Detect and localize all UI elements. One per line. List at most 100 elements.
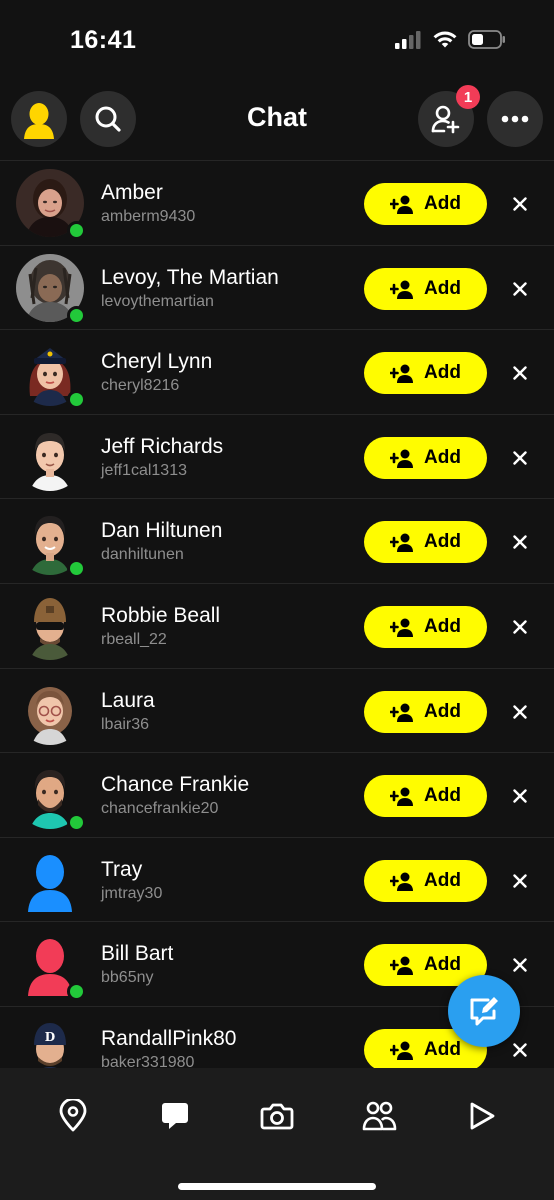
add-friend-button[interactable]: Add: [364, 183, 487, 225]
dismiss-button[interactable]: [507, 191, 533, 217]
nav-camera[interactable]: [257, 1096, 297, 1136]
friend-username: chancefrankie20: [101, 800, 219, 818]
online-indicator: [67, 982, 86, 1002]
add-label: Add: [424, 954, 461, 976]
list-item[interactable]: Tray jmtray30 Add: [0, 836, 554, 922]
add-friend-button[interactable]: Add: [364, 521, 487, 564]
list-item[interactable]: Jeff Richards jeff1cal1313 Add: [0, 413, 554, 499]
map-icon: [59, 1099, 87, 1132]
avatar[interactable]: [16, 846, 84, 914]
close-icon: [513, 366, 527, 380]
new-chat-icon: [470, 997, 498, 1026]
nav-map[interactable]: [53, 1096, 93, 1136]
online-indicator: [67, 221, 86, 240]
friend-name: Levoy, The Martian: [101, 265, 279, 289]
friends-icon: [362, 1101, 397, 1131]
close-icon: [513, 451, 527, 465]
add-person-icon: [390, 703, 414, 722]
add-friend-button[interactable]: Add: [364, 352, 487, 395]
close-icon: [513, 197, 527, 211]
add-person-icon: [390, 195, 414, 214]
friend-username: rbeall_22: [101, 630, 167, 648]
avatar[interactable]: [16, 592, 84, 660]
add-person-icon: [390, 618, 414, 637]
add-label: Add: [424, 700, 461, 722]
close-icon: [513, 1043, 527, 1057]
nav-friends[interactable]: [359, 1096, 399, 1136]
list-item[interactable]: Levoy, The Martian levoythemartian Add: [0, 244, 554, 330]
cellular-signal-icon: [395, 30, 421, 49]
add-person-icon: [390, 1041, 414, 1060]
add-label: Add: [424, 277, 461, 299]
close-icon: [513, 789, 527, 803]
add-person-icon: [390, 872, 414, 891]
close-icon: [513, 620, 527, 634]
add-friend-button[interactable]: Add: [364, 436, 487, 479]
add-label: Add: [424, 362, 461, 384]
more-dots-icon: [501, 115, 529, 123]
close-icon: [513, 874, 527, 888]
friend-name: Robbie Beall: [101, 603, 221, 627]
dismiss-button[interactable]: [507, 360, 533, 386]
friend-username: cheryl8216: [101, 377, 180, 395]
add-label: Add: [424, 193, 461, 214]
dismiss-button[interactable]: [507, 783, 533, 809]
dismiss-button[interactable]: [507, 445, 533, 471]
dismiss-button[interactable]: [507, 1037, 533, 1063]
friend-name: Tray: [101, 857, 143, 881]
online-indicator: [67, 305, 86, 325]
add-friend-button[interactable]: Add: [364, 690, 487, 733]
new-chat-button[interactable]: [448, 975, 520, 1047]
more-options-button[interactable]: [487, 91, 543, 147]
list-item[interactable]: Dan Hiltunen danhiltunen Add: [0, 498, 554, 583]
friend-request-badge: 1: [456, 85, 480, 109]
add-friend-button[interactable]: Add: [364, 267, 487, 310]
list-item[interactable]: Amber amberm9430 Add: [0, 160, 554, 245]
avatar[interactable]: [16, 423, 84, 491]
dismiss-button[interactable]: [507, 952, 533, 978]
friend-name: Jeff Richards: [101, 434, 224, 458]
add-label: Add: [424, 869, 461, 891]
nav-chat[interactable]: [155, 1096, 195, 1136]
bottom-navigation: [0, 1068, 554, 1200]
online-indicator: [67, 813, 86, 833]
dismiss-button[interactable]: [507, 868, 533, 894]
list-item[interactable]: Cheryl Lynn cheryl8216 Add: [0, 329, 554, 414]
status-bar: 16:41: [0, 0, 554, 84]
dismiss-button[interactable]: [507, 276, 533, 302]
list-item[interactable]: Robbie Beall rbeall_22 Add: [0, 582, 554, 668]
list-item[interactable]: Laura lbair36 Add: [0, 667, 554, 753]
add-friend-button[interactable]: Add: [364, 775, 487, 818]
add-person-icon: [390, 280, 414, 299]
friend-username: bb65ny: [101, 969, 154, 987]
battery-icon: [468, 30, 505, 49]
friend-username: baker331980: [101, 1053, 195, 1068]
online-indicator: [67, 390, 86, 410]
nav-stories[interactable]: [461, 1096, 501, 1136]
add-friend-button[interactable]: Add: [364, 605, 487, 648]
friend-name: Chance Frankie: [101, 773, 250, 797]
add-friend-icon: [431, 105, 460, 134]
friend-username: jeff1cal1313: [101, 461, 187, 479]
avatar[interactable]: D: [16, 1015, 84, 1068]
friend-name: Dan Hiltunen: [101, 519, 223, 543]
list-item[interactable]: Chance Frankie chancefrankie20 Add: [0, 752, 554, 837]
dismiss-button[interactable]: [507, 699, 533, 725]
add-label: Add: [424, 785, 461, 807]
dismiss-button[interactable]: [507, 614, 533, 640]
close-icon: [513, 281, 527, 296]
add-label: Add: [424, 1038, 461, 1060]
avatar[interactable]: [16, 677, 84, 745]
close-icon: [513, 535, 527, 550]
wifi-icon: [433, 31, 457, 48]
add-friend-button[interactable]: Add: [364, 859, 487, 902]
friend-username: jmtray30: [101, 884, 163, 902]
add-friends-button[interactable]: 1: [418, 85, 480, 147]
stories-icon: [470, 1102, 495, 1130]
friend-username: amberm9430: [101, 208, 196, 225]
dismiss-button[interactable]: [507, 529, 533, 555]
add-person-icon: [390, 533, 414, 553]
friend-name: Laura: [101, 688, 155, 712]
friend-username: danhiltunen: [101, 546, 184, 564]
friend-name: Cheryl Lynn: [101, 350, 213, 374]
